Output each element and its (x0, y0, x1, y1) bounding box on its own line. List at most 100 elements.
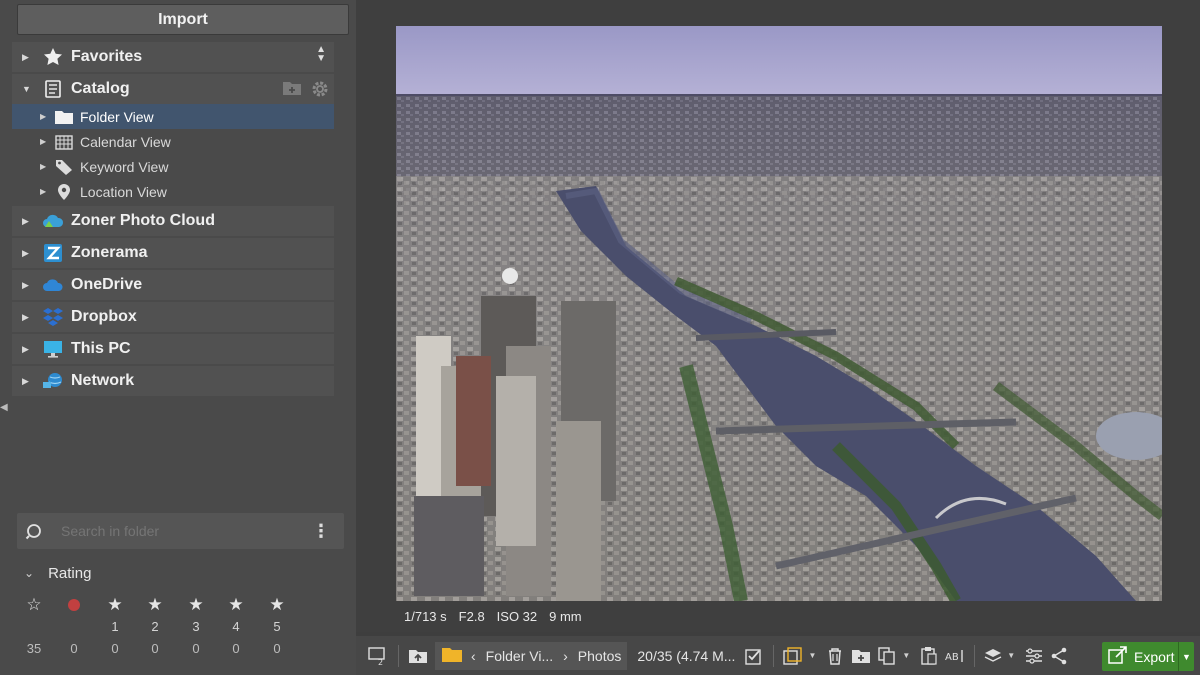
breadcrumb: ‹ Folder Vi... › Photos (435, 641, 628, 670)
trash-icon[interactable] (822, 642, 848, 670)
rating-column-1[interactable]: ★ 1 0 (95, 594, 135, 660)
collapse-arrow-icon[interactable]: ▼ (22, 84, 36, 94)
tree-item-label: Zoner Photo Cloud (71, 212, 215, 229)
export-dropdown-icon[interactable]: ▼ (1178, 642, 1194, 671)
reject-dot-icon (68, 599, 80, 611)
rating-column-all[interactable]: ☆ 35 (14, 594, 54, 660)
outline-star-icon: ☆ (26, 595, 42, 614)
tree-item-keyword-view[interactable]: ▶ Keyword View (12, 154, 334, 179)
collapse-panel-handle-icon[interactable]: ◀ (0, 402, 8, 413)
tree-item-folder-view[interactable]: ▶ Folder View ▲ ▼ (12, 45, 334, 129)
tree-item-onedrive[interactable]: ▶ OneDrive (12, 270, 334, 300)
rating-header[interactable]: ⌄ Rating (12, 560, 356, 586)
chevron-down-icon[interactable]: ⌄ (24, 566, 34, 580)
expand-arrow-icon[interactable]: ▶ (22, 312, 36, 323)
export-icon (1108, 646, 1128, 667)
location-pin-icon (54, 183, 74, 201)
left-sidebar: Import ▶ Favorites ▼ Catalog ▶ Folder Vi… (0, 0, 356, 675)
select-all-icon[interactable] (741, 642, 767, 670)
tree-item-zoner-photo-cloud[interactable]: ▶ Zoner Photo Cloud (12, 206, 334, 236)
rating-level: 5 (273, 619, 281, 634)
expand-arrow-icon[interactable]: ▶ (40, 137, 54, 146)
rating-column-5[interactable]: ★ 5 0 (257, 594, 297, 660)
expand-arrow-icon[interactable]: ▶ (22, 216, 36, 227)
breadcrumb-back-icon[interactable]: ‹ (471, 648, 476, 664)
rating-level: 3 (192, 619, 200, 634)
tree-item-calendar-view[interactable]: ▶ Calendar View (12, 129, 334, 154)
new-folder-icon[interactable] (848, 642, 874, 670)
dropbox-icon (42, 306, 64, 328)
rename-icon[interactable]: AB (942, 642, 968, 670)
gear-icon[interactable] (310, 79, 330, 104)
expand-arrow-icon[interactable]: ▶ (40, 162, 54, 171)
bottom-toolbar: 2 ‹ Folder Vi... › Photos 20/35 (4.74 M.… (356, 636, 1200, 675)
add-folder-icon[interactable] (282, 79, 302, 104)
tree-item-favorites[interactable]: ▶ Favorites (12, 42, 334, 72)
expand-arrow-icon[interactable]: ▶ (22, 52, 36, 63)
compare-view-icon[interactable]: 2 (362, 642, 392, 670)
rating-title: Rating (48, 564, 92, 582)
catalog-icon (42, 78, 64, 100)
tree-item-label: Keyword View (80, 158, 169, 175)
rating-column-3[interactable]: ★ 3 0 (176, 594, 216, 660)
chevron-down-icon[interactable]: ▼ (808, 651, 816, 660)
tree-item-label: Favorites (71, 48, 143, 65)
selection-count: 20/35 (4.74 M... (637, 647, 736, 664)
star-icon (42, 46, 64, 68)
photo-viewer: 1/713 s F2.8 ISO 32 9 mm (356, 0, 1200, 632)
exif-aperture: F2.8 (458, 609, 485, 624)
search-in-folder-box: ⋮ (17, 513, 344, 549)
more-options-icon[interactable]: ⋮ (312, 522, 330, 540)
breadcrumb-item-photos[interactable]: Photos (578, 648, 622, 664)
rating-count: 0 (111, 641, 119, 656)
exif-focal-length: 9 mm (549, 609, 582, 624)
cloud-icon (42, 210, 64, 232)
filter-settings-icon[interactable] (1021, 642, 1047, 670)
calendar-icon (54, 133, 74, 151)
chevron-down-icon[interactable]: ▼ (1007, 651, 1015, 660)
expand-arrow-icon[interactable]: ▶ (22, 376, 36, 387)
tree-item-dropbox[interactable]: ▶ Dropbox (12, 302, 334, 332)
paste-icon[interactable] (916, 642, 942, 670)
expand-arrow-icon[interactable]: ▶ (22, 280, 36, 291)
rating-level (54, 616, 94, 638)
chevron-down-icon[interactable]: ▼ (902, 651, 910, 660)
tree-item-label: OneDrive (71, 276, 143, 293)
rating-filter-panel: ⌄ Rating ☆ 35 0 ★ 1 0 ★ 2 0 ★ 3 0 ★ 4 0 … (12, 560, 356, 657)
tree-item-catalog[interactable]: ▼ Catalog (12, 74, 334, 104)
expand-arrow-icon[interactable]: ▶ (22, 248, 36, 259)
folder-icon[interactable] (441, 645, 463, 666)
svg-text:2: 2 (378, 658, 383, 666)
search-icon[interactable] (25, 521, 45, 541)
rating-column-2[interactable]: ★ 2 0 (135, 594, 175, 660)
layers-icon[interactable] (981, 642, 1005, 670)
star-icon: ★ (107, 595, 123, 614)
tree-item-this-pc[interactable]: ▶ This PC (12, 334, 334, 364)
tree-item-label: Dropbox (71, 308, 137, 325)
import-button[interactable]: Import (17, 4, 349, 35)
expand-arrow-icon[interactable]: ▶ (22, 344, 36, 355)
rating-level: 4 (232, 619, 240, 634)
search-input[interactable] (61, 523, 301, 539)
rating-column-4[interactable]: ★ 4 0 (216, 594, 256, 660)
sort-updown-icon[interactable]: ▲ ▼ (316, 45, 326, 64)
tree-item-network[interactable]: ▶ Network (12, 366, 334, 396)
breadcrumb-item-folder-view[interactable]: Folder Vi... (486, 648, 553, 664)
breadcrumb-separator-icon: › (563, 647, 568, 664)
tree-item-zonerama[interactable]: ▶ Zonerama (12, 238, 334, 268)
star-icon: ★ (188, 595, 204, 614)
expand-arrow-icon[interactable]: ▶ (40, 187, 54, 196)
export-button[interactable]: Export ▼ (1102, 642, 1194, 671)
folder-up-icon[interactable] (405, 642, 431, 670)
share-icon[interactable] (1047, 642, 1071, 670)
copy-move-icon[interactable] (874, 642, 900, 670)
batch-edit-icon[interactable] (780, 642, 806, 670)
expand-arrow-icon[interactable]: ▶ (40, 112, 54, 121)
tree-item-location-view[interactable]: ▶ Location View (12, 179, 334, 204)
exif-shutter: 1/713 s (404, 609, 447, 624)
rating-count: 0 (70, 641, 78, 656)
photo-preview[interactable] (396, 26, 1162, 601)
rating-level: 2 (151, 619, 159, 634)
star-icon: ★ (269, 595, 285, 614)
rating-column-rejected[interactable]: 0 (54, 594, 94, 660)
